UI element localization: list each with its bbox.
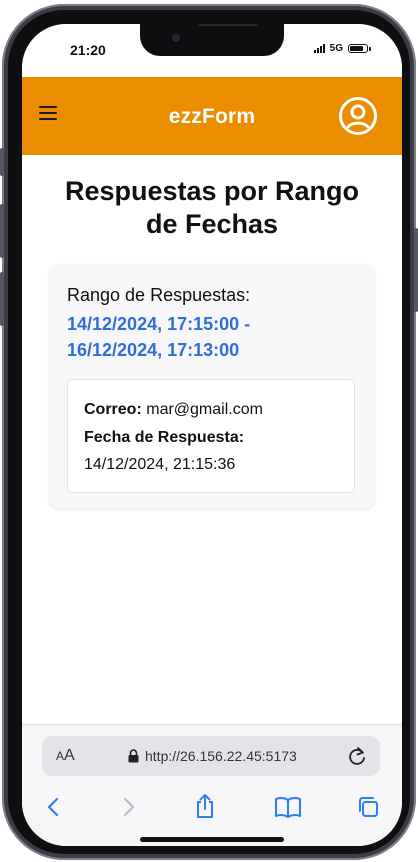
user-circle-icon[interactable]: [338, 96, 378, 136]
page-title: Respuestas por Rango de Fechas: [64, 176, 360, 239]
battery-fill: [350, 46, 363, 51]
date-label: Fecha de Respuesta:: [84, 429, 245, 446]
email-value: mar@gmail.com: [146, 401, 263, 418]
text-size-button[interactable]: AA: [56, 747, 75, 765]
share-icon[interactable]: [193, 792, 217, 820]
reload-icon[interactable]: [348, 746, 366, 766]
home-indicator[interactable]: [140, 837, 284, 842]
range-value: 14/12/2024, 17:15:00 - 16/12/2024, 17:13…: [67, 314, 251, 360]
url-text[interactable]: http://26.156.22.45:5173: [145, 748, 297, 764]
address-bar[interactable]: AA http://26.156.22.45:5173: [42, 736, 380, 776]
range-label: Rango de Respuestas:: [67, 285, 251, 305]
response-email-line: Correo: mar@gmail.com: [84, 401, 263, 419]
side-button-power: [414, 228, 418, 312]
status-time: 21:20: [70, 42, 106, 58]
earpiece: [198, 24, 258, 26]
side-button-volume-up: [0, 204, 4, 258]
front-camera: [172, 34, 180, 42]
app-header: ezzForm: [22, 77, 402, 155]
battery-icon: [348, 44, 371, 53]
signal-icon: [313, 44, 325, 53]
phone-screen: 21:20 5G ezzForm Respuestas por Rango de…: [22, 24, 402, 846]
side-button-volume-down: [0, 272, 4, 326]
email-label: Correo:: [84, 401, 142, 418]
browser-toolbar: AA http://26.156.22.45:5173: [22, 724, 402, 846]
side-button-silent: [0, 148, 4, 176]
range-card: Rango de Respuestas: 14/12/2024, 17:15:0…: [50, 265, 374, 508]
response-date-label-line: Fecha de Respuesta:: [84, 429, 244, 447]
notch: [140, 24, 284, 56]
response-card: Correo: mar@gmail.com Fecha de Respuesta…: [67, 379, 355, 493]
status-indicators: 5G: [313, 43, 371, 54]
phone-frame: 21:20 5G ezzForm Respuestas por Rango de…: [0, 0, 418, 862]
lock-icon: [128, 749, 139, 763]
page-content: Respuestas por Rango de Fechas Rango de …: [22, 155, 402, 508]
network-type: 5G: [329, 43, 343, 54]
forward-icon[interactable]: [116, 795, 140, 819]
tabs-icon[interactable]: [356, 795, 380, 819]
bookmarks-icon[interactable]: [274, 795, 302, 819]
status-bar: 21:20 5G: [22, 24, 402, 76]
response-date-value: 14/12/2024, 21:15:36: [84, 456, 236, 473]
back-icon[interactable]: [42, 795, 66, 819]
